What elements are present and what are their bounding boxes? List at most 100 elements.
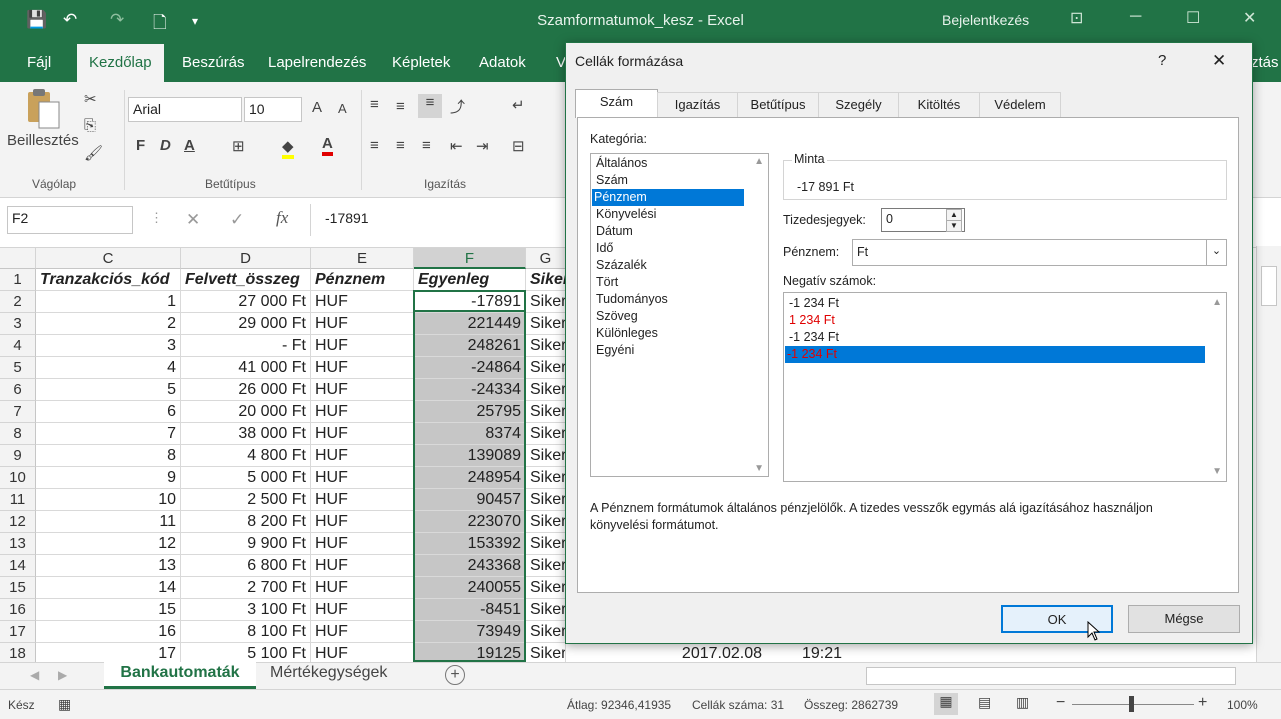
cell-egyenleg[interactable]: 223070 (414, 511, 526, 533)
dialog-tab-border[interactable]: Szegély (818, 92, 899, 117)
cell-penznem[interactable]: HUF (311, 401, 414, 423)
tab-page-layout[interactable]: Lapelrendezés (268, 54, 366, 71)
horizontal-scrollbar[interactable] (866, 667, 1236, 685)
cell-status[interactable]: Siker (526, 467, 566, 489)
underline-button[interactable]: A (184, 137, 195, 154)
cell-tranzakcios-kod[interactable]: 8 (36, 445, 181, 467)
restore-icon[interactable]: ☐ (1186, 8, 1200, 28)
cell-tranzakcios-kod[interactable]: 9 (36, 467, 181, 489)
italic-button[interactable]: D (160, 137, 171, 154)
cell-felvett-osszeg[interactable]: 3 100 Ft (181, 599, 311, 621)
tab-cut-right[interactable]: ztás (1251, 54, 1279, 71)
align-bottom-icon[interactable]: ≡ (418, 94, 442, 118)
cell-penznem[interactable]: HUF (311, 599, 414, 621)
cell-egyenleg[interactable]: 221449 (414, 313, 526, 335)
list-scroll-down-icon[interactable]: ▼ (754, 463, 764, 474)
scroll-left-icon[interactable]: ◀ (30, 668, 39, 682)
date-cell[interactable]: 2017.02.08 (636, 643, 766, 663)
cell-egyenleg[interactable]: 243368 (414, 555, 526, 577)
decimals-value[interactable]: 0 (886, 212, 893, 226)
border-icon[interactable]: ⊞ (232, 137, 245, 155)
cell-tranzakcios-kod[interactable]: 14 (36, 577, 181, 599)
close-window-icon[interactable]: ✕ (1243, 8, 1256, 28)
tab-formulas[interactable]: Képletek (392, 54, 450, 71)
row-number[interactable]: 4 (0, 335, 36, 357)
paste-icon[interactable] (22, 88, 62, 130)
cell-status[interactable]: Siker (526, 401, 566, 423)
category-item[interactable]: Százalék (594, 257, 647, 274)
page-break-view-icon[interactable]: ▥ (1016, 694, 1029, 711)
row-number[interactable]: 10 (0, 467, 36, 489)
cell-felvett-osszeg[interactable]: 27 000 Ft (181, 291, 311, 313)
cell-tranzakcios-kod[interactable]: 10 (36, 489, 181, 511)
cancel-entry-icon[interactable]: ✕ (186, 210, 200, 230)
negative-numbers-list[interactable]: -1 234 Ft 1 234 Ft -1 234 Ft -1 234 Ft ▲… (783, 292, 1227, 482)
cell-egyenleg[interactable]: -24334 (414, 379, 526, 401)
dialog-tab-alignment[interactable]: Igazítás (657, 92, 738, 117)
cell-penznem[interactable]: HUF (311, 357, 414, 379)
cell-penznem[interactable]: HUF (311, 489, 414, 511)
list-scroll-down-icon[interactable]: ▼ (1212, 466, 1222, 477)
cell-penznem[interactable]: HUF (311, 533, 414, 555)
cell-header[interactable]: Tranzakciós_kód (36, 269, 181, 291)
category-item[interactable]: Tudományos (594, 291, 668, 308)
column-header-f[interactable]: F (414, 248, 526, 269)
cell-status[interactable]: Siker (526, 621, 566, 643)
cell-status[interactable]: Siker (526, 577, 566, 599)
row-number[interactable]: 16 (0, 599, 36, 621)
tab-data[interactable]: Adatok (479, 54, 526, 71)
bold-button[interactable]: F (136, 137, 145, 154)
row-number[interactable]: 9 (0, 445, 36, 467)
active-cell[interactable] (413, 290, 526, 312)
cell-egyenleg[interactable]: 248954 (414, 467, 526, 489)
cell-tranzakcios-kod[interactable]: 6 (36, 401, 181, 423)
row-number[interactable]: 8 (0, 423, 36, 445)
row-number[interactable]: 13 (0, 533, 36, 555)
cell-tranzakcios-kod[interactable]: 12 (36, 533, 181, 555)
cell-egyenleg[interactable]: 139089 (414, 445, 526, 467)
column-header-g[interactable]: G (526, 248, 566, 269)
cell-felvett-osszeg[interactable]: 29 000 Ft (181, 313, 311, 335)
cell-felvett-osszeg[interactable]: 2 700 Ft (181, 577, 311, 599)
negative-option-1[interactable]: -1 234 Ft (787, 295, 839, 312)
cell-egyenleg[interactable]: 90457 (414, 489, 526, 511)
align-center-icon[interactable]: ≡ (396, 137, 405, 154)
wrap-text-icon[interactable]: ↵ (512, 96, 525, 114)
cell-felvett-osszeg[interactable]: 8 100 Ft (181, 621, 311, 643)
column-header-c[interactable]: C (36, 248, 181, 269)
category-item[interactable]: Általános (594, 155, 647, 172)
cell-felvett-osszeg[interactable]: 5 000 Ft (181, 467, 311, 489)
select-all-corner[interactable] (0, 248, 36, 269)
font-name-dropdown[interactable]: Arial (128, 97, 242, 122)
category-list[interactable]: Általános Szám Pénznem Könyvelési Dátum Idő Sz… (590, 153, 769, 477)
cell-status[interactable]: Siker (526, 555, 566, 577)
align-top-icon[interactable]: ≡ (370, 96, 379, 113)
cell-felvett-osszeg[interactable]: 6 800 Ft (181, 555, 311, 577)
cut-icon[interactable]: ✂ (84, 90, 97, 108)
cell-penznem[interactable]: HUF (311, 445, 414, 467)
tab-insert[interactable]: Beszúrás (182, 54, 245, 71)
cell-felvett-osszeg[interactable]: 20 000 Ft (181, 401, 311, 423)
category-item[interactable]: Különleges (594, 325, 658, 342)
cell-tranzakcios-kod[interactable]: 4 (36, 357, 181, 379)
align-middle-icon[interactable]: ≡ (396, 98, 405, 115)
cell-status[interactable]: Siker (526, 423, 566, 445)
cell-header[interactable]: Egyenleg (414, 269, 526, 291)
cell-tranzakcios-kod[interactable]: 1 (36, 291, 181, 313)
cell-status[interactable]: Siker (526, 379, 566, 401)
cell-status[interactable]: Siker (526, 511, 566, 533)
cell-felvett-osszeg[interactable]: 4 800 Ft (181, 445, 311, 467)
dialog-tab-fill[interactable]: Kitöltés (898, 92, 980, 117)
minimize-icon[interactable]: ─ (1130, 8, 1141, 26)
category-item[interactable]: Idő (594, 240, 613, 257)
scroll-thumb[interactable] (1261, 266, 1277, 306)
cell-status[interactable]: Siker (526, 599, 566, 621)
dialog-close-button[interactable]: ✕ (1212, 51, 1226, 71)
negative-option-2[interactable]: 1 234 Ft (787, 312, 835, 329)
format-painter-icon[interactable]: 🖌 (84, 144, 103, 162)
cell-penznem[interactable]: HUF (311, 423, 414, 445)
cell-penznem[interactable]: HUF (311, 511, 414, 533)
cell-status[interactable]: Siker (526, 357, 566, 379)
category-item[interactable]: Szám (594, 172, 628, 189)
dialog-tab-font[interactable]: Betűtípus (737, 92, 819, 117)
